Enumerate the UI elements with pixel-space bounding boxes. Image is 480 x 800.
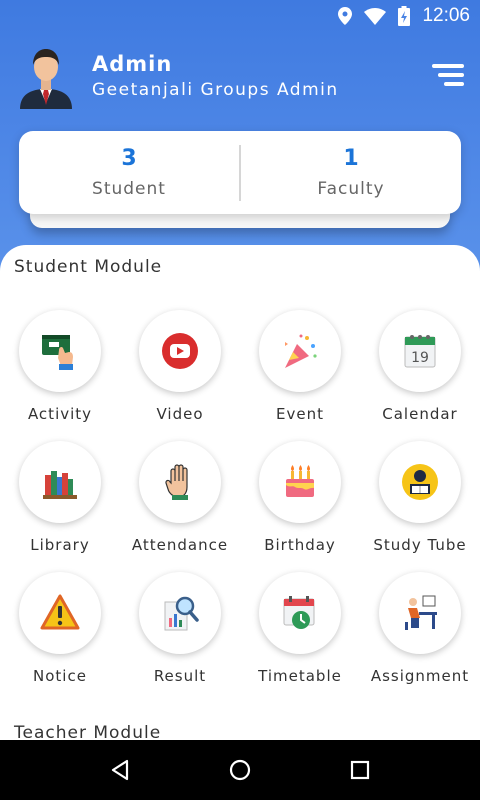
faculty-count-stat[interactable]: 1 Faculty xyxy=(241,146,461,199)
stats-card: 3 Student 1 Faculty xyxy=(19,131,461,214)
location-icon xyxy=(338,7,353,25)
home-icon xyxy=(229,759,251,781)
faculty-count: 1 xyxy=(343,146,359,171)
module-label: Video xyxy=(156,405,204,423)
avatar[interactable] xyxy=(16,43,76,109)
module-label: Assignment xyxy=(370,667,470,685)
video-icon xyxy=(162,333,198,369)
module-activity[interactable]: Activity xyxy=(0,310,120,441)
module-calendar[interactable]: 19 Calendar xyxy=(360,310,480,441)
module-notice[interactable]: Notice xyxy=(0,572,120,703)
module-timetable[interactable]: Timetable xyxy=(240,572,360,703)
student-count-stat[interactable]: 3 Student xyxy=(19,146,239,199)
profile-name: Admin xyxy=(92,52,173,76)
profile-subtitle: Geetanjali Groups Admin xyxy=(92,80,339,100)
profile-header: Admin Geetanjali Groups Admin xyxy=(16,40,464,112)
calendar-icon: 19 xyxy=(404,335,436,368)
student-module-title: Student Module xyxy=(14,257,163,277)
recents-icon xyxy=(350,760,370,780)
timetable-icon xyxy=(283,596,315,629)
library-icon xyxy=(43,471,77,499)
module-label: Calendar xyxy=(382,405,458,423)
module-label: Event xyxy=(276,405,324,423)
module-label: Timetable xyxy=(258,667,342,685)
module-label: Result xyxy=(153,667,207,685)
main-panel[interactable]: Student Module Activity Video Event 19 C… xyxy=(0,245,480,745)
module-library[interactable]: Library xyxy=(0,441,120,572)
status-bar: 12:06 xyxy=(0,0,480,32)
menu-icon[interactable] xyxy=(432,62,464,88)
wifi-icon xyxy=(364,7,387,25)
module-label: Attendance xyxy=(131,536,229,554)
assignment-icon xyxy=(405,595,437,630)
birthday-icon xyxy=(286,465,314,497)
module-label: Study Tube xyxy=(373,536,467,554)
module-label: Birthday xyxy=(264,536,336,554)
event-icon xyxy=(285,334,317,368)
student-count: 3 xyxy=(121,146,137,171)
battery-icon xyxy=(398,6,411,26)
student-label: Student xyxy=(92,179,166,199)
module-assignment[interactable]: Assignment xyxy=(360,572,480,703)
navigation-bar xyxy=(0,740,480,800)
back-button[interactable] xyxy=(100,750,140,790)
result-icon xyxy=(164,596,199,631)
module-label: Activity xyxy=(27,405,93,423)
module-video[interactable]: Video xyxy=(120,310,240,441)
back-icon xyxy=(111,759,129,781)
module-label: Library xyxy=(30,536,90,554)
module-study-tube[interactable]: Study Tube xyxy=(360,441,480,572)
module-event[interactable]: Event xyxy=(240,310,360,441)
module-attendance[interactable]: Attendance xyxy=(120,441,240,572)
calendar-day: 19 xyxy=(411,350,429,366)
activity-icon xyxy=(42,335,73,370)
module-birthday[interactable]: Birthday xyxy=(240,441,360,572)
study-tube-icon xyxy=(402,464,438,500)
attendance-icon xyxy=(165,464,188,500)
clock: 12:06 xyxy=(422,5,470,26)
module-label: Notice xyxy=(33,667,87,685)
module-result[interactable]: Result xyxy=(120,572,240,703)
faculty-label: Faculty xyxy=(317,179,385,199)
home-button[interactable] xyxy=(220,750,260,790)
notice-icon xyxy=(40,594,80,630)
recents-button[interactable] xyxy=(340,750,380,790)
